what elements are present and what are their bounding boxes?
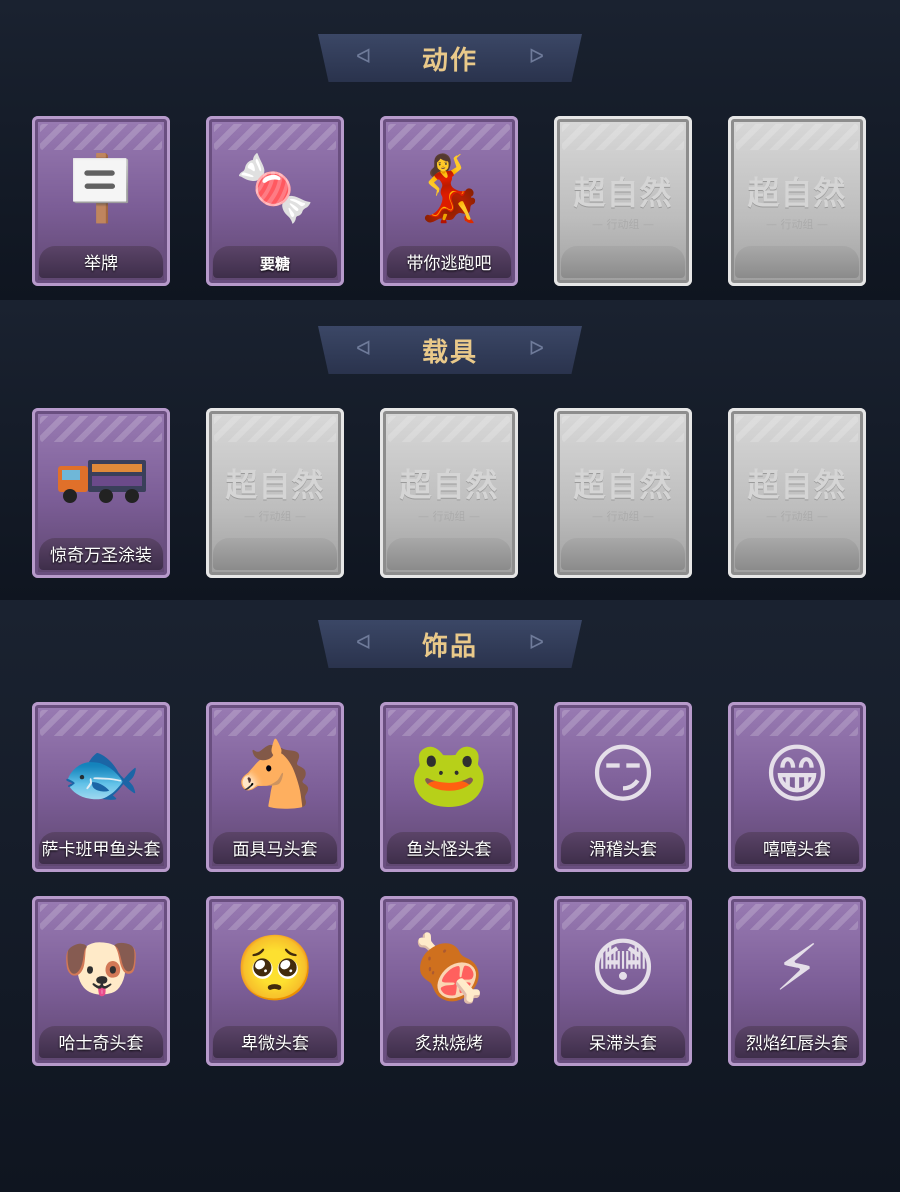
accessory-label: 卑微头套: [241, 1034, 309, 1054]
vehicle-card-locked[interactable]: 超自然 — 行动组 —: [380, 408, 518, 578]
ornament-left-icon: ᐊ: [356, 44, 372, 68]
fish-mask-icon: 🐟: [61, 738, 141, 812]
accessory-card-humble[interactable]: 🥺 卑微头套: [206, 896, 344, 1066]
grin-face-icon: 😁: [763, 738, 831, 812]
horse-mask-icon: 🐴: [235, 738, 315, 812]
section-title-vehicles: 载具: [421, 337, 478, 368]
accessory-card-husky[interactable]: 🐶 哈士奇头套: [32, 896, 170, 1066]
locked-placeholder-icon: 超自然 — 行动组 —: [747, 466, 847, 523]
accessory-label: 烈焰红唇头套: [746, 1034, 848, 1054]
ornament-right-icon: ᐅ: [528, 336, 544, 360]
action-card-escape[interactable]: 💃 带你逃跑吧: [380, 116, 518, 286]
action-label: 举牌: [84, 254, 118, 274]
accessory-label: 炙热烧烤: [415, 1034, 483, 1054]
ornament-left-icon: ᐊ: [356, 630, 372, 654]
locked-placeholder-icon: 超自然 — 行动组 —: [399, 466, 499, 523]
accessory-label: 哈士奇头套: [58, 1034, 144, 1054]
action-card-locked[interactable]: 超自然 — 行动组 —: [554, 116, 692, 286]
vehicle-card-halloween[interactable]: 惊奇万圣涂装: [32, 408, 170, 578]
section-title-actions: 动作: [421, 45, 478, 76]
dazed-face-icon: 😳: [589, 932, 657, 1006]
accessory-label: 鱼头怪头套: [406, 840, 492, 860]
section-header-vehicles: ᐊ 载具 ᐅ: [318, 326, 582, 374]
vehicle-card-locked[interactable]: 超自然 — 行动组 —: [554, 408, 692, 578]
action-label: 带你逃跑吧: [406, 254, 492, 274]
ornament-right-icon: ᐅ: [528, 630, 544, 654]
locked-placeholder-icon: 超自然 — 行动组 —: [573, 174, 673, 231]
action-card-sign[interactable]: 🪧 举牌: [32, 116, 170, 286]
dance-escape-icon: 💃: [409, 152, 489, 226]
ornament-right-icon: ᐅ: [528, 44, 544, 68]
smirk-face-icon: 😏: [589, 738, 657, 812]
vehicle-card-locked[interactable]: 超自然 — 行动组 —: [206, 408, 344, 578]
accessory-card-bbq[interactable]: 🍖 炙热烧烤: [380, 896, 518, 1066]
section-header-actions: ᐊ 动作 ᐅ: [318, 34, 582, 82]
accessory-label: 萨卡班甲鱼头套: [41, 840, 161, 860]
vehicle-label: 惊奇万圣涂装: [50, 546, 152, 566]
action-label: 要糖: [259, 255, 290, 273]
locked-placeholder-icon: 超自然 — 行动组 —: [747, 174, 847, 231]
pikachu-mask-icon: ⚡: [774, 932, 820, 1006]
humble-face-icon: 🥺: [235, 932, 315, 1006]
ornament-left-icon: ᐊ: [356, 336, 372, 360]
section-title-accessories: 饰品: [421, 631, 478, 662]
vehicle-card-locked[interactable]: 超自然 — 行动组 —: [728, 408, 866, 578]
section-header-accessories: ᐊ 饰品 ᐅ: [318, 620, 582, 668]
truck-icon: [58, 460, 146, 503]
accessory-card-horse[interactable]: 🐴 面具马头套: [206, 702, 344, 872]
ask-candy-icon: 🍬: [235, 152, 315, 226]
accessory-card-red-lips[interactable]: ⚡ 烈焰红唇头套: [728, 896, 866, 1066]
locked-placeholder-icon: 超自然 — 行动组 —: [573, 466, 673, 523]
accessory-label: 滑稽头套: [589, 840, 657, 860]
accessory-card-smirk[interactable]: 😏 滑稽头套: [554, 702, 692, 872]
action-card-locked[interactable]: 超自然 — 行动组 —: [728, 116, 866, 286]
accessory-label: 面具马头套: [232, 840, 318, 860]
bbq-meat-icon: 🍖: [409, 932, 489, 1006]
accessory-card-grin[interactable]: 😁 嘻嘻头套: [728, 702, 866, 872]
locked-placeholder-icon: 超自然 — 行动组 —: [225, 466, 325, 523]
accessory-label: 呆滞头套: [589, 1034, 657, 1054]
accessory-label: 嘻嘻头套: [763, 840, 831, 860]
accessory-card-dazed[interactable]: 😳 呆滞头套: [554, 896, 692, 1066]
husky-mask-icon: 🐶: [61, 932, 141, 1006]
fish-monster-mask-icon: 🐸: [409, 738, 489, 812]
sign-holding-icon: 🪧: [61, 152, 141, 226]
accessory-card-fish-monster[interactable]: 🐸 鱼头怪头套: [380, 702, 518, 872]
action-card-candy[interactable]: 🍬 要糖: [206, 116, 344, 286]
accessory-card-fish[interactable]: 🐟 萨卡班甲鱼头套: [32, 702, 170, 872]
